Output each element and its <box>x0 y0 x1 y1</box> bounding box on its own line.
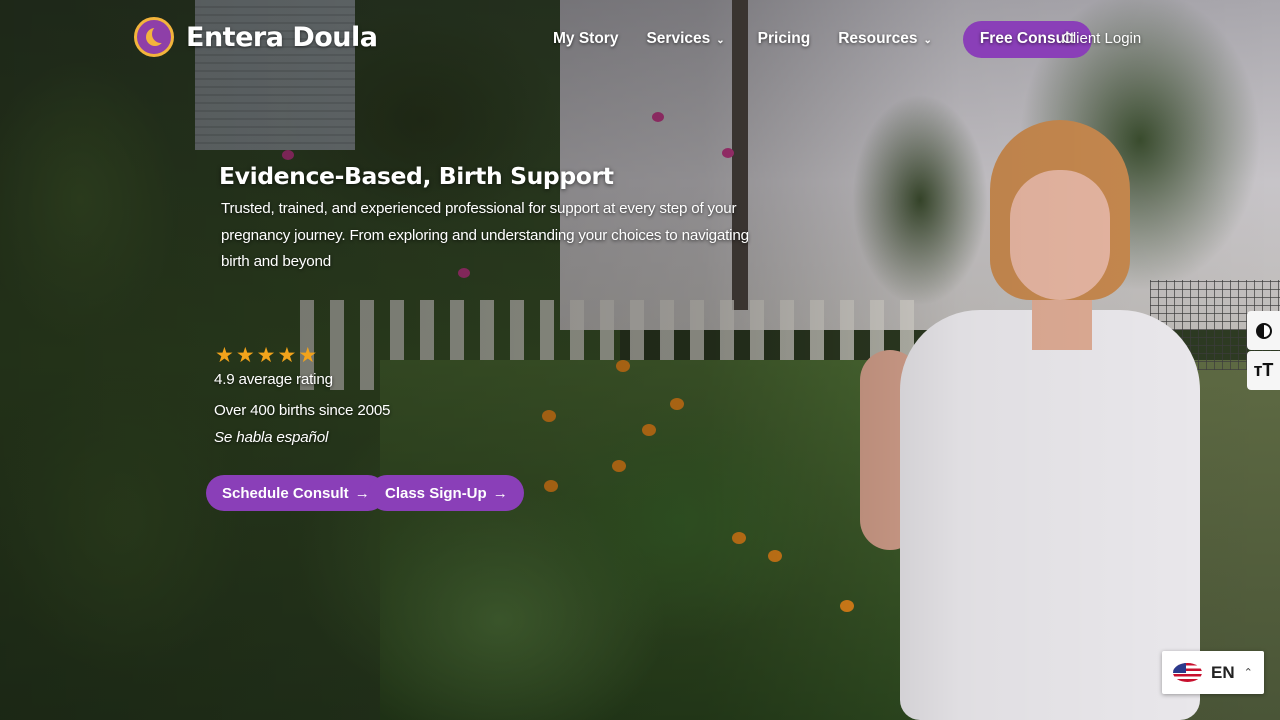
hero-background-photo <box>0 0 1280 720</box>
nav-resources-label: Resources <box>838 30 918 47</box>
text-size-button[interactable]: ᴛT <box>1247 351 1280 390</box>
nav-my-story[interactable]: My Story <box>553 30 618 48</box>
chevron-down-icon: ⌄ <box>923 34 932 46</box>
nav-resources[interactable]: Resources ⌄ <box>838 30 932 48</box>
accessibility-toolbar: ᴛT <box>1247 311 1280 390</box>
brand-name: Entera Doula <box>186 21 378 53</box>
chevron-down-icon: ⌄ <box>716 34 725 46</box>
language-switcher[interactable]: EN ⌃ <box>1162 651 1264 694</box>
rating-stars: ★ ★ ★ ★ ★ <box>215 345 317 367</box>
text-size-icon: ᴛT <box>1253 360 1274 380</box>
star-icon: ★ <box>256 344 276 367</box>
rating-text: 4.9 average rating <box>214 371 333 388</box>
nav-pricing[interactable]: Pricing <box>758 30 811 48</box>
star-icon: ★ <box>277 344 297 367</box>
hero-title: Evidence-Based, Birth Support <box>219 162 614 190</box>
schedule-consult-button[interactable]: Schedule Consult → <box>206 475 386 511</box>
main-nav: My Story Services ⌄ Pricing Resources ⌄ Fr… <box>553 20 1092 58</box>
site-header: Entera Doula My Story Services ⌄ Pricing … <box>0 0 1280 80</box>
star-icon: ★ <box>215 344 234 367</box>
nav-services-label: Services <box>646 30 711 47</box>
star-icon: ★ <box>298 344 318 367</box>
client-login-link[interactable]: Client Login <box>1062 30 1141 47</box>
arrow-right-icon: → <box>492 484 508 502</box>
moon-logo-icon <box>134 17 174 57</box>
spanish-spoken-text: Se habla español <box>214 429 329 446</box>
chevron-up-icon: ⌃ <box>1243 667 1253 679</box>
contrast-icon <box>1255 322 1272 339</box>
hero-description: Trusted, trained, and experienced profes… <box>221 200 749 270</box>
arrow-right-icon: → <box>354 484 370 502</box>
us-flag-icon <box>1173 663 1202 682</box>
nav-services[interactable]: Services ⌄ <box>646 30 724 48</box>
class-signup-label: Class Sign-Up <box>385 484 487 502</box>
class-signup-button[interactable]: Class Sign-Up → <box>369 475 524 511</box>
schedule-consult-label: Schedule Consult <box>222 484 349 502</box>
births-count-text: Over 400 births since 2005 <box>214 402 391 419</box>
contrast-toggle-button[interactable] <box>1247 311 1280 350</box>
star-icon: ★ <box>235 344 255 367</box>
language-code: EN <box>1211 662 1235 682</box>
nav-pricing-label: Pricing <box>757 30 811 47</box>
nav-my-story-label: My Story <box>553 30 619 47</box>
brand-logo-link[interactable]: Entera Doula <box>134 17 378 57</box>
